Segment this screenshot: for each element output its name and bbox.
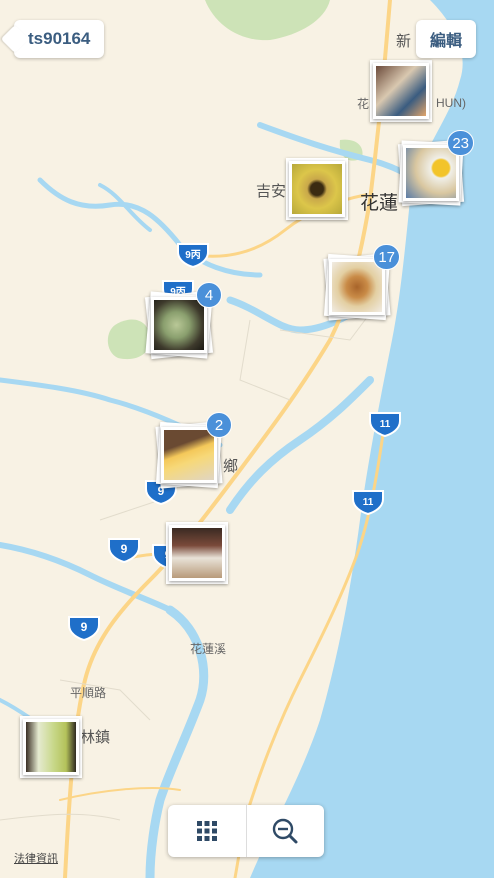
market-stall-photo: [373, 63, 429, 119]
edit-button[interactable]: 編輯: [415, 20, 476, 58]
dumplings-photo: [151, 297, 207, 353]
route-shield: 11: [352, 490, 384, 515]
route-shield: 11: [369, 412, 401, 437]
zoom-out-button[interactable]: [247, 805, 325, 857]
back-button-label: ts90164: [28, 29, 91, 48]
map-toolbar: [168, 805, 324, 857]
route-shield-label: 9: [121, 542, 128, 556]
cluster-count-badge: 23: [447, 130, 474, 156]
cluster-count-badge: 2: [206, 412, 232, 438]
cheesecake-photo: [161, 427, 217, 483]
route-shield: 9丙: [177, 243, 209, 268]
place-label: 平順路: [70, 686, 107, 700]
legal-link[interactable]: 法律資訊: [14, 850, 58, 866]
cluster-count-badge: 17: [373, 244, 400, 270]
photo-cluster[interactable]: 4: [144, 282, 222, 360]
shaved-ice-photo: [403, 145, 459, 201]
map-view[interactable]: 新 吉安 花蓮 鄉 花蓮溪 平順路 林鎮 HUN) 花 9丙9丙99991111…: [0, 0, 494, 878]
place-label: 鄉: [223, 458, 239, 475]
route-shield: 9: [68, 616, 100, 641]
place-label: HUN): [436, 96, 466, 110]
photo-cluster[interactable]: [286, 158, 348, 220]
cluster-count-badge: 4: [196, 282, 222, 308]
route-shield-label: 11: [363, 497, 374, 508]
dessert-shop-photo: [169, 525, 225, 581]
photo-cluster[interactable]: 23: [397, 130, 474, 207]
papaya-photo: [289, 161, 345, 217]
zoom-out-icon: [273, 818, 298, 844]
route-shield-label: 11: [380, 419, 391, 430]
photo-cluster[interactable]: 17: [323, 244, 400, 321]
place-label: 新: [396, 33, 412, 50]
photo-cluster[interactable]: 2: [155, 412, 232, 489]
drinks-photo: [23, 719, 79, 775]
park-area: [107, 319, 150, 360]
route-shield-label: 9丙: [185, 249, 201, 261]
photo-cluster[interactable]: [166, 522, 228, 584]
photo-cluster[interactable]: [20, 716, 82, 778]
place-label: 林鎮: [80, 729, 111, 746]
photo-cluster[interactable]: [370, 60, 432, 122]
park-area: [205, 0, 330, 41]
sandwich-photo: [329, 259, 385, 315]
back-button[interactable]: ts90164: [14, 20, 105, 58]
grid-icon: [196, 821, 217, 841]
grid-view-button[interactable]: [168, 805, 246, 857]
place-label: 吉安: [256, 183, 287, 200]
place-label: 花蓮: [360, 193, 399, 214]
route-shield: 9: [108, 538, 140, 563]
place-label: 花蓮溪: [190, 642, 227, 656]
route-shield-label: 9: [81, 620, 88, 634]
place-label: 花: [357, 97, 370, 111]
